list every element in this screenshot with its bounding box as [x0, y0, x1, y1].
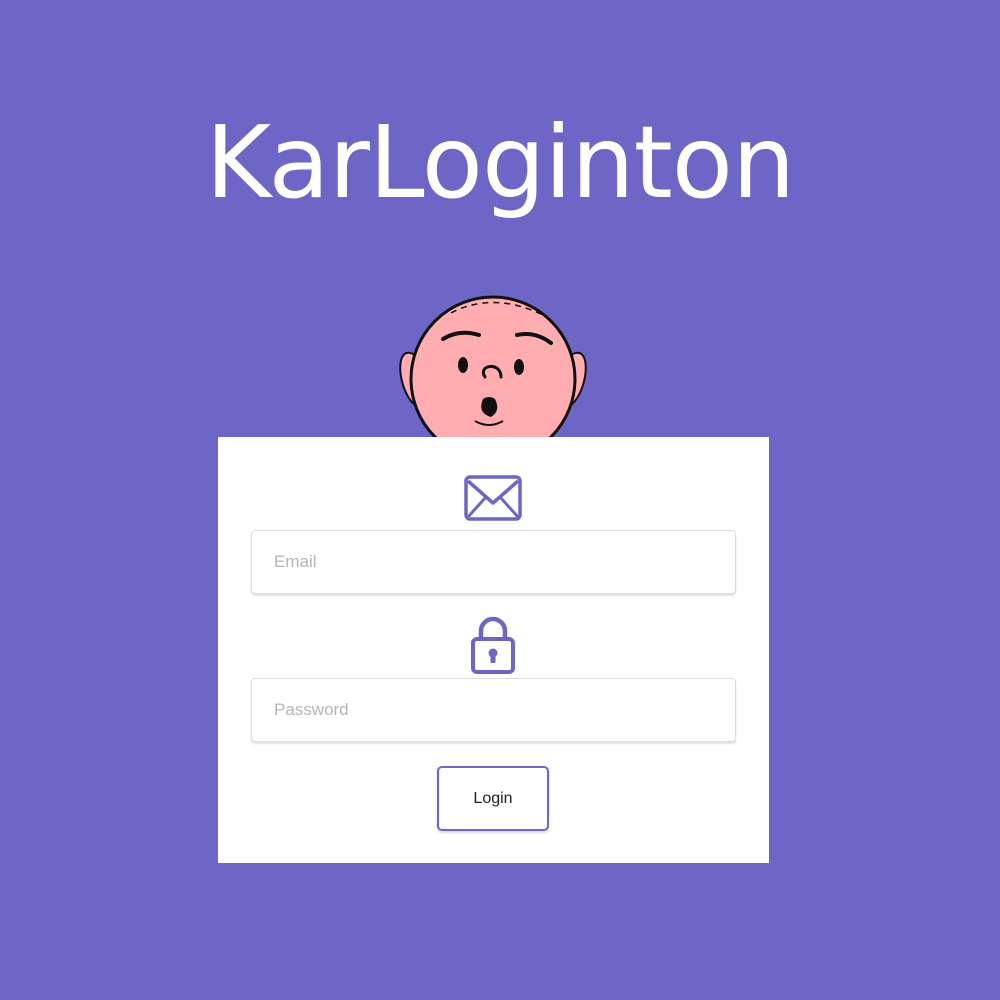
- email-input[interactable]: [251, 530, 736, 594]
- mascot-head-illustration: [399, 295, 587, 443]
- login-button[interactable]: Login: [437, 766, 549, 831]
- lock-icon: [471, 616, 515, 674]
- password-input[interactable]: [251, 678, 736, 742]
- envelope-icon: [464, 475, 522, 521]
- login-card: Login: [218, 437, 769, 863]
- app-title: KarLoginton: [205, 104, 796, 221]
